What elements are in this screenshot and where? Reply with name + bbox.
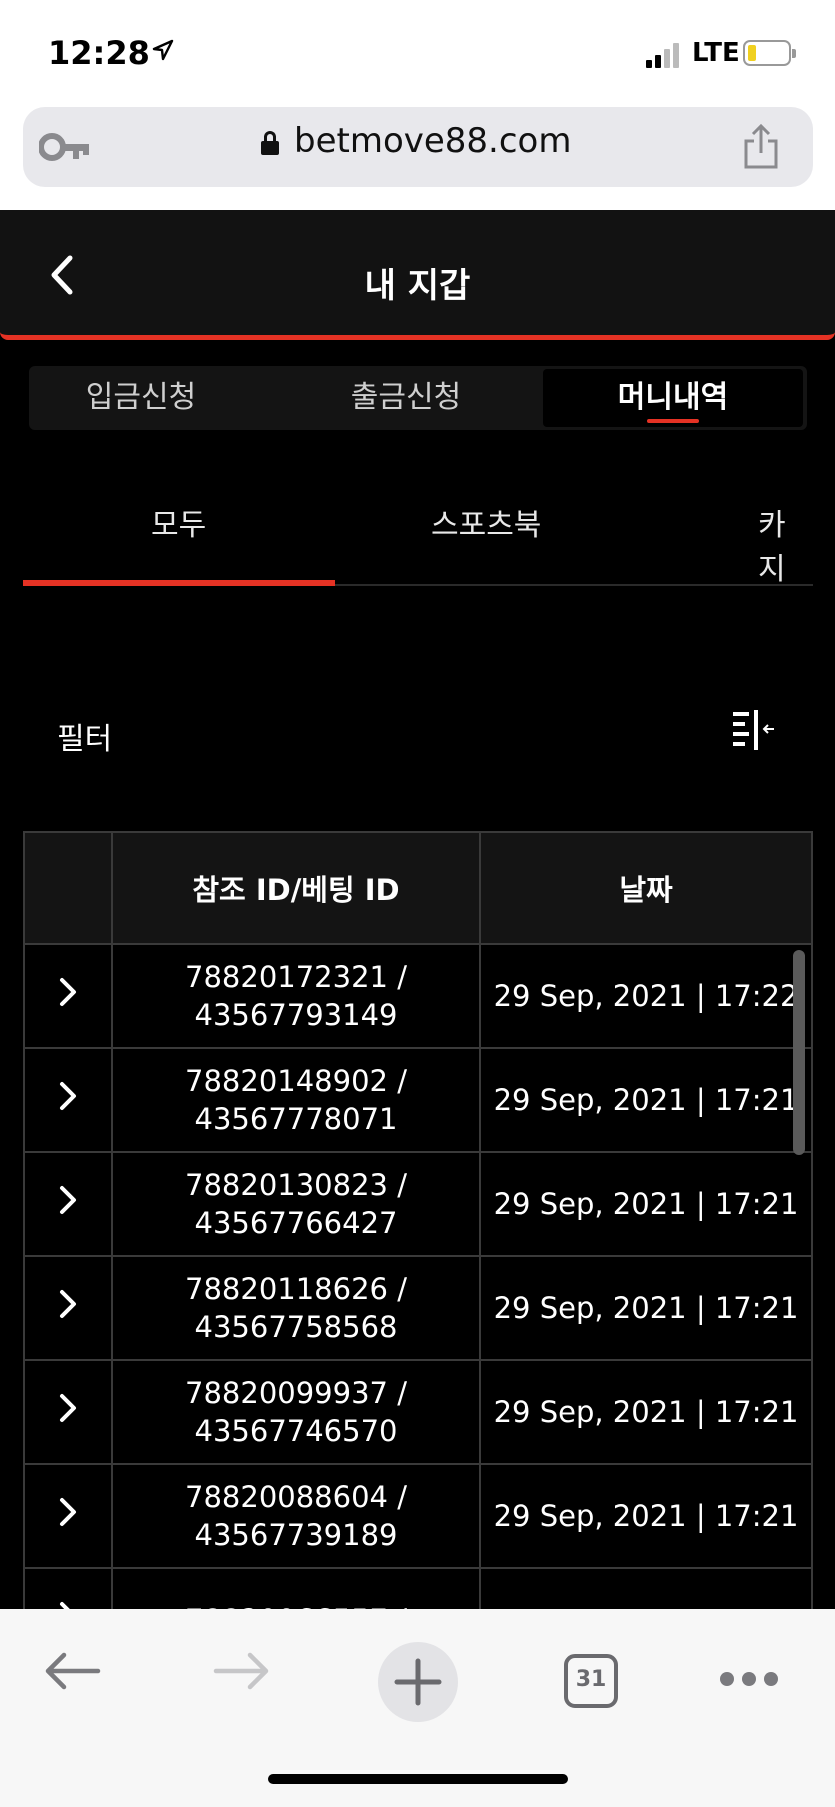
filter-icon[interactable] — [730, 708, 780, 752]
table-row[interactable]: 78820066557 / — [23, 1567, 813, 1609]
browser-forward-icon[interactable] — [212, 1649, 272, 1697]
bet-id: 43567739189 — [194, 1518, 398, 1552]
row-expand[interactable] — [23, 943, 113, 1049]
tab-deposit[interactable]: 입금신청 — [29, 366, 253, 430]
header-ref-id: 참조 ID/베팅 ID — [111, 831, 481, 945]
row-expand[interactable] — [23, 1359, 113, 1465]
ref-id: 78820088604 / — [185, 1480, 407, 1514]
ref-cell: 78820066557 / — [111, 1567, 481, 1609]
tab-money-history[interactable]: 머니내역 — [543, 369, 803, 427]
header-date: 날짜 — [479, 831, 813, 945]
browser-address-area: betmove88.com — [0, 100, 835, 210]
money-history-table: 참조 ID/베팅 ID 날짜 78820172321 / 43567793149 2… — [23, 831, 813, 1609]
battery-icon — [743, 40, 796, 66]
row-expand[interactable] — [23, 1463, 113, 1569]
date-cell: 29 Sep, 2021 | 17:22 — [479, 943, 813, 1049]
history-subtabs: 모두 스포츠북 카지 — [23, 470, 813, 588]
network-type: LTE — [692, 38, 740, 68]
header-expand — [23, 831, 113, 945]
table-row[interactable]: 78820148902 / 43567778071 29 Sep, 2021 | 1… — [23, 1047, 813, 1153]
subtab-all[interactable]: 모두 — [151, 500, 206, 544]
date-cell: 29 Sep, 2021 | 17:21 — [479, 1255, 813, 1361]
wallet-tabs: 입금신청 출금신청 머니내역 — [29, 366, 807, 430]
tabs-icon[interactable]: 31 — [563, 1653, 619, 1709]
table-header-row: 참조 ID/베팅 ID 날짜 — [23, 831, 813, 945]
active-subtab-indicator — [23, 580, 335, 586]
home-indicator — [268, 1774, 568, 1784]
location-arrow-icon — [152, 38, 174, 68]
tab-count: 31 — [575, 1667, 607, 1692]
chevron-right-icon[interactable] — [57, 1080, 79, 1112]
row-expand[interactable] — [23, 1255, 113, 1361]
table-row[interactable]: 78820172321 / 43567793149 29 Sep, 2021 | 1… — [23, 943, 813, 1049]
date-cell: 29 Sep, 2021 | 17:21 — [479, 1463, 813, 1569]
ref-cell: 78820172321 / 43567793149 — [111, 943, 481, 1049]
ref-id: 78820148902 / — [185, 1064, 407, 1098]
browser-back-icon[interactable] — [42, 1649, 102, 1697]
table-row[interactable]: 78820099937 / 43567746570 29 Sep, 2021 | 1… — [23, 1359, 813, 1465]
subtab-sportsbook[interactable]: 스포츠북 — [431, 500, 541, 544]
more-icon[interactable] — [718, 1669, 780, 1693]
address-bar[interactable]: betmove88.com — [23, 107, 813, 187]
ref-cell: 78820148902 / 43567778071 — [111, 1047, 481, 1153]
status-bar: 12:28 LTE — [0, 0, 835, 100]
active-tab-underline — [647, 419, 699, 423]
row-expand[interactable] — [23, 1047, 113, 1153]
url-domain[interactable]: betmove88.com — [294, 121, 571, 161]
ref-id: 78820066557 / — [113, 1601, 479, 1609]
chevron-right-icon[interactable] — [57, 1184, 79, 1216]
chevron-right-icon[interactable] — [57, 1288, 79, 1320]
bet-id: 43567766427 — [194, 1206, 398, 1240]
chevron-right-icon[interactable] — [57, 1496, 79, 1528]
tab-money-history-label: 머니내역 — [617, 380, 729, 415]
date-cell: 29 Sep, 2021 | 17:21 — [479, 1151, 813, 1257]
subtab-casino[interactable]: 카지 — [758, 500, 813, 588]
ref-id: 78820130823 / — [185, 1168, 407, 1202]
bet-id: 43567793149 — [194, 998, 398, 1032]
table-row[interactable]: 78820118626 / 43567758568 29 Sep, 2021 | 1… — [23, 1255, 813, 1361]
lock-icon — [261, 131, 279, 159]
ref-cell: 78820088604 / 43567739189 — [111, 1463, 481, 1569]
scrollbar[interactable] — [793, 950, 805, 1155]
chevron-right-icon[interactable] — [57, 1392, 79, 1424]
ref-id: 78820172321 / — [185, 960, 407, 994]
row-expand[interactable] — [23, 1567, 113, 1609]
chevron-right-icon[interactable] — [57, 1600, 79, 1609]
tab-withdraw[interactable]: 출금신청 — [294, 366, 518, 430]
table-row[interactable]: 78820088604 / 43567739189 29 Sep, 2021 | 1… — [23, 1463, 813, 1569]
bet-id: 43567778071 — [194, 1102, 398, 1136]
ref-cell: 78820118626 / 43567758568 — [111, 1255, 481, 1361]
table-viewport[interactable]: 참조 ID/베팅 ID 날짜 78820172321 / 43567793149 2… — [0, 831, 835, 1609]
date-cell: 29 Sep, 2021 | 17:21 — [479, 1359, 813, 1465]
date-cell — [479, 1567, 813, 1609]
page-title: 내 지갑 — [364, 266, 471, 306]
share-icon[interactable] — [741, 123, 781, 171]
ref-cell: 78820130823 / 43567766427 — [111, 1151, 481, 1257]
table-row[interactable]: 78820130823 / 43567766427 29 Sep, 2021 | 1… — [23, 1151, 813, 1257]
app-header: 내 지갑 — [0, 210, 835, 340]
signal-icon — [646, 42, 684, 68]
bet-id: 43567746570 — [194, 1414, 398, 1448]
ref-id: 78820099937 / — [185, 1376, 407, 1410]
key-icon[interactable] — [38, 129, 91, 165]
new-tab-icon[interactable] — [377, 1641, 459, 1727]
browser-toolbar: 31 — [0, 1609, 835, 1807]
ref-id: 78820118626 / — [185, 1272, 407, 1306]
bet-id: 43567758568 — [194, 1310, 398, 1344]
date-cell: 29 Sep, 2021 | 17:21 — [479, 1047, 813, 1153]
filter-label[interactable]: 필터 — [57, 714, 112, 758]
row-expand[interactable] — [23, 1151, 113, 1257]
status-time: 12:28 — [48, 34, 150, 72]
ref-cell: 78820099937 / 43567746570 — [111, 1359, 481, 1465]
chevron-right-icon[interactable] — [57, 976, 79, 1008]
